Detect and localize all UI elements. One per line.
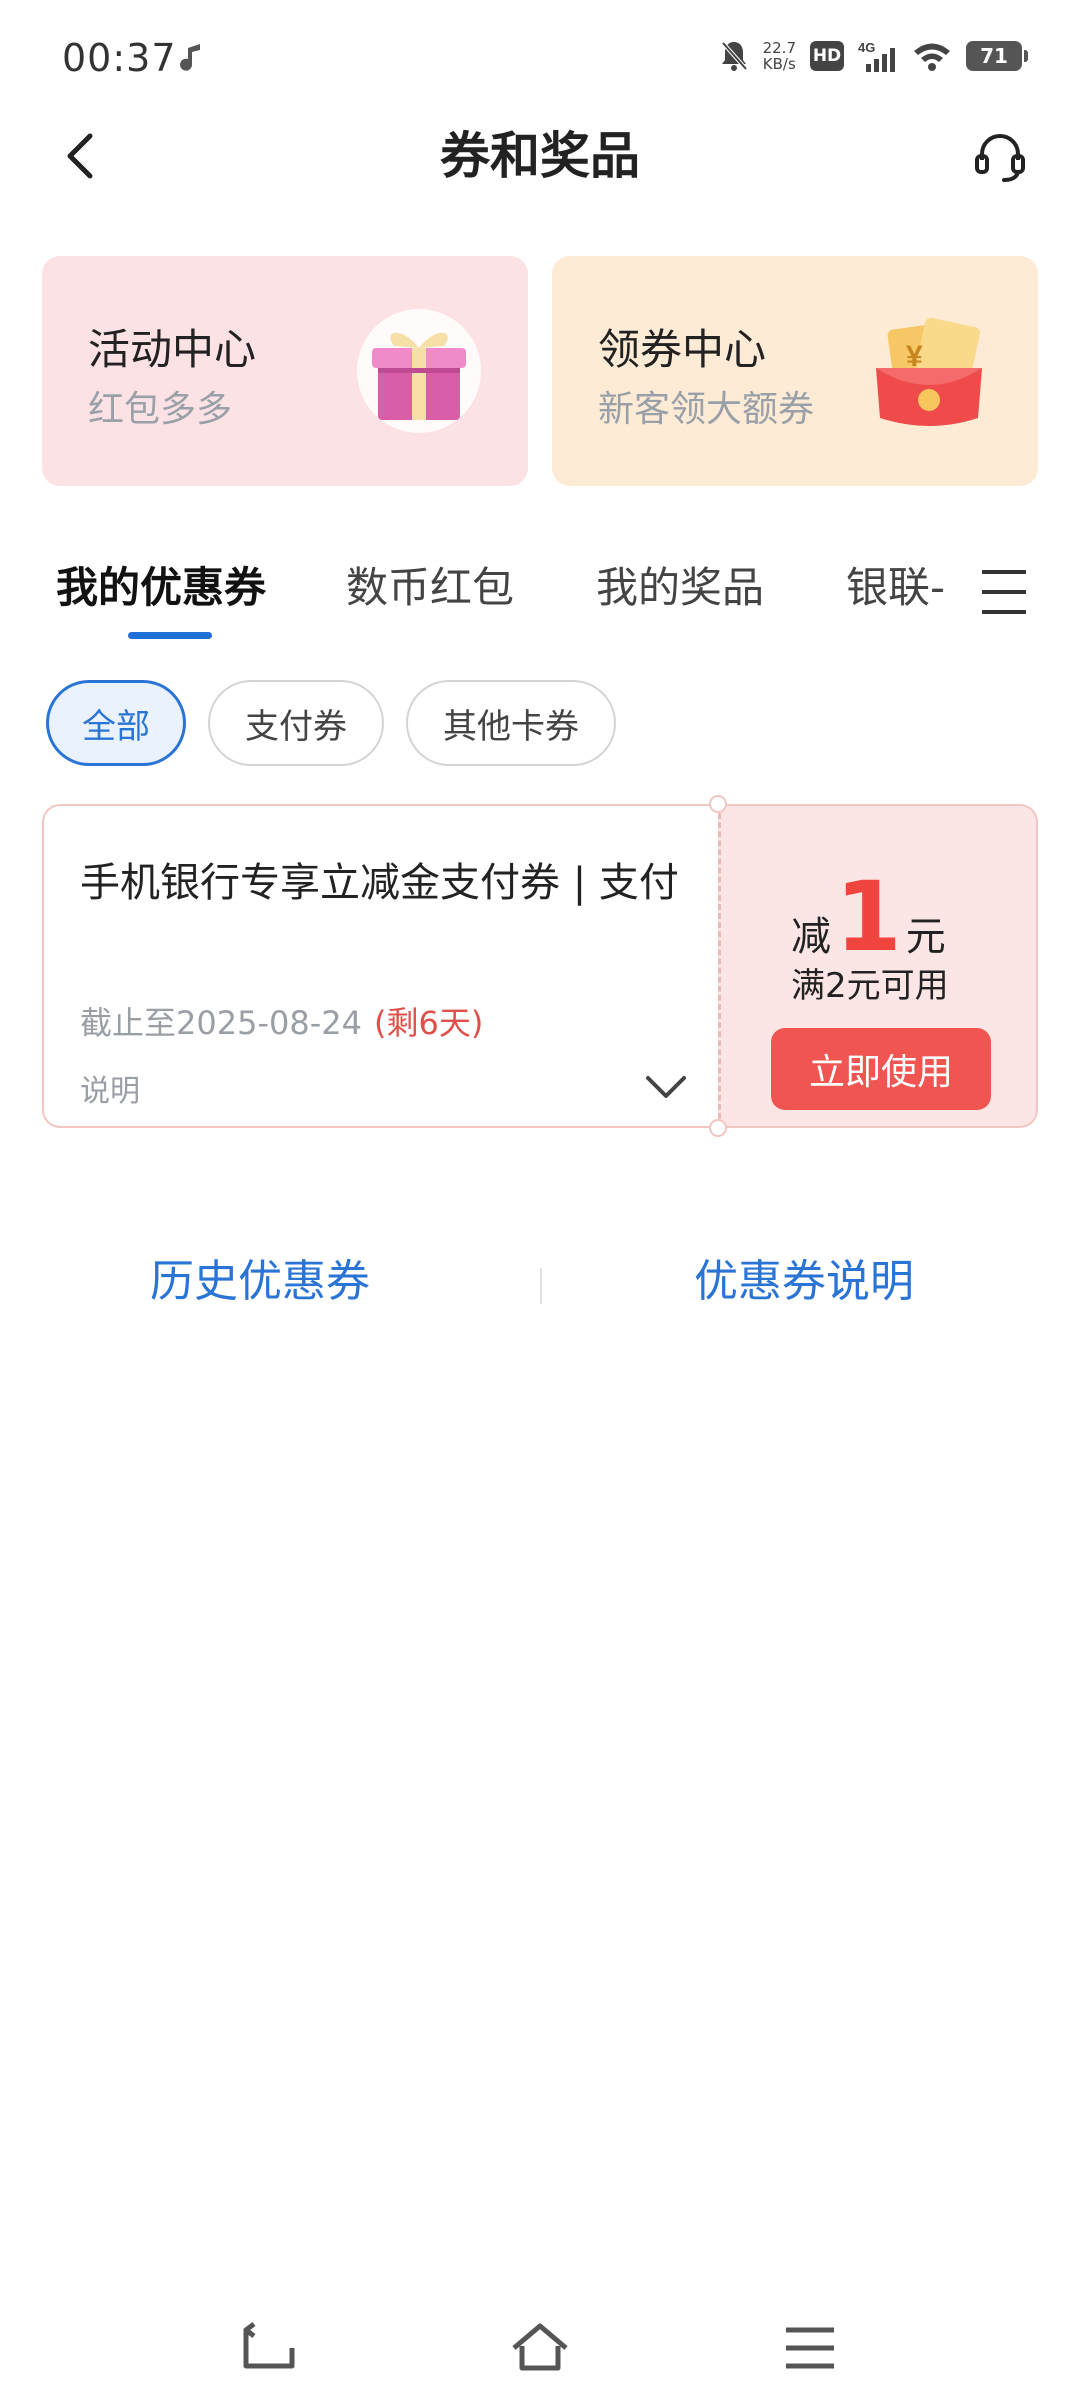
filter-payment-coupons[interactable]: 支付券: [208, 680, 384, 766]
coupon-description-label[interactable]: 说明: [80, 1066, 140, 1110]
coupon-notch-bottom: [709, 1119, 727, 1137]
tab-digital-red-packets[interactable]: 数币红包: [346, 550, 514, 626]
coupon-amount-unit: 元: [905, 914, 946, 960]
coupon-value-panel: 减 1 元 满2元可用 立即使用: [718, 804, 1038, 1128]
tab-unionpay[interactable]: 银联-: [846, 550, 945, 626]
bell-off-icon: [721, 41, 748, 71]
footer-divider: [540, 1268, 542, 1304]
system-nav-bar: [0, 2300, 1080, 2400]
coupon-expiry: 截止至2025-08-24: [80, 1004, 362, 1042]
chevron-down-icon[interactable]: [644, 1070, 688, 1102]
coupon-rules-link[interactable]: 优惠券说明: [694, 1252, 914, 1312]
status-time: 00:37: [62, 36, 177, 80]
coupon-condition: 满2元可用: [791, 966, 949, 1006]
svg-text:4G: 4G: [858, 40, 875, 55]
coupon-card: 手机银行专享立减金支付券 | 支付 截止至2025-08-24 (剩6天) 说明 …: [42, 795, 1038, 1137]
coupon-center-card[interactable]: 领券中心 新客领大额券 ¥: [552, 256, 1038, 486]
activity-center-card[interactable]: 活动中心 红包多多: [42, 256, 528, 486]
history-coupons-link[interactable]: 历史优惠券: [150, 1252, 370, 1312]
coupon-tabs: 我的优惠券 数币红包 我的奖品 银联-: [0, 550, 1080, 640]
coupon-discount: 减 1 元: [791, 861, 946, 973]
nav-menu-icon[interactable]: [780, 2320, 840, 2376]
wifi-icon: [914, 43, 950, 71]
coupon-info: 手机银行专享立减金支付券 | 支付 截止至2025-08-24 (剩6天) 说明: [42, 804, 718, 1128]
coupon-amount: 1: [835, 861, 902, 973]
coupon-name: 手机银行专享立减金支付券 | 支付: [80, 860, 679, 906]
cellular-signal-icon: 4G: [858, 40, 895, 72]
coupon-discount-prefix: 减: [791, 914, 831, 960]
menu-icon[interactable]: [976, 564, 1032, 620]
nav-back-icon[interactable]: [240, 2320, 300, 2376]
status-icons: 22.7 KB/s HD 4G 71: [719, 34, 1028, 78]
status-bar: 00:37 22.7 KB/s HD 4G 71: [0, 0, 1080, 118]
net-speed-unit: KB/s: [762, 55, 796, 73]
coupon-center-subtitle: 新客领大额券: [598, 389, 815, 430]
tab-my-coupons[interactable]: 我的优惠券: [56, 550, 266, 626]
red-envelope-icon: ¥: [876, 317, 982, 426]
hd-badge: HD: [810, 41, 844, 71]
activity-center-subtitle: 红包多多: [88, 389, 233, 430]
use-now-button[interactable]: 立即使用: [771, 1028, 991, 1110]
tab-my-prizes[interactable]: 我的奖品: [596, 550, 764, 626]
activity-center-title: 活动中心: [88, 325, 257, 374]
coupon-center-title: 领券中心: [598, 325, 767, 374]
page-title: 券和奖品: [440, 127, 640, 185]
active-tab-indicator: [128, 632, 212, 639]
net-speed: 22.7 KB/s: [763, 40, 796, 72]
nav-home-icon[interactable]: [510, 2320, 570, 2376]
music-note-icon: [180, 44, 200, 71]
filter-all[interactable]: 全部: [46, 680, 186, 766]
battery-indicator: 71: [966, 41, 1028, 71]
net-speed-value: 22.7: [762, 39, 796, 57]
customer-service-icon[interactable]: [972, 130, 1028, 186]
coupon-expiry-row: 截止至2025-08-24 (剩6天): [80, 998, 483, 1044]
gift-box-icon: [357, 309, 481, 433]
filter-other-coupons[interactable]: 其他卡券: [406, 680, 616, 766]
coupon-notch-top: [709, 795, 727, 813]
coupon-remaining-days: (剩6天): [373, 1004, 484, 1042]
